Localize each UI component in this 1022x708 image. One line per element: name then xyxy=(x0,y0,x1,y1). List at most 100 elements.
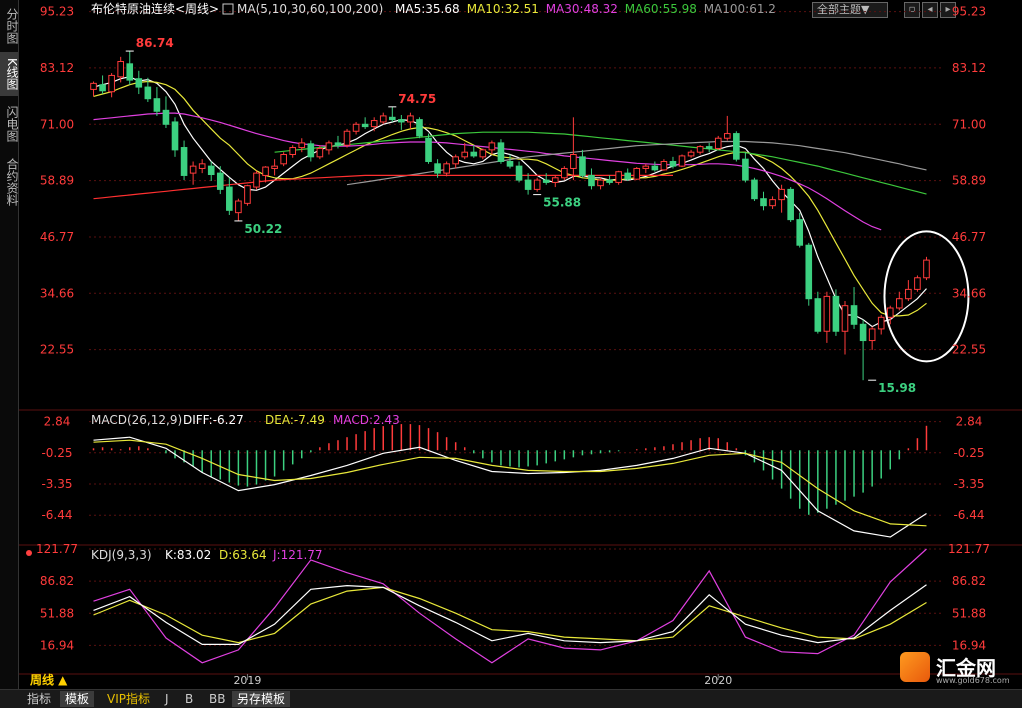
candle-body xyxy=(162,109,170,125)
candle-body xyxy=(787,188,794,221)
candle-body xyxy=(425,137,432,162)
tab-time-share[interactable]: 分时图 xyxy=(0,6,19,46)
price-axis-left-label: 83.12 xyxy=(40,61,74,75)
candle-body xyxy=(434,163,441,174)
candle-body xyxy=(769,199,776,207)
macd-axis-right-label: -6.44 xyxy=(953,508,984,522)
candle-body xyxy=(723,133,731,139)
candle-body xyxy=(615,171,622,183)
candle-body xyxy=(334,142,342,146)
extreme-label: 15.98 xyxy=(878,381,916,395)
tab-template[interactable]: 模板 xyxy=(60,691,95,707)
candle-body xyxy=(497,142,505,162)
candle-body xyxy=(678,155,686,167)
candle-body xyxy=(388,116,396,121)
macd-dea-value: DEA:-7.49 xyxy=(265,413,325,427)
candle-body xyxy=(687,151,695,157)
candle-body xyxy=(832,295,840,332)
ma-value-label: MA30:48.32 xyxy=(546,2,618,16)
candle-body xyxy=(624,172,632,180)
candle-body xyxy=(280,154,287,165)
kdj-axis-right-label: 51.88 xyxy=(952,606,986,620)
price-axis-right-label: 22.55 xyxy=(952,343,986,357)
candle-body xyxy=(298,142,306,149)
candle-body xyxy=(289,147,297,156)
candle-body xyxy=(823,295,831,332)
macd-axis-left-label: -6.44 xyxy=(41,508,72,522)
tab-bb[interactable]: BB xyxy=(204,691,230,707)
candle-body xyxy=(171,121,179,151)
candle-body xyxy=(226,186,233,211)
candle-body xyxy=(696,146,704,153)
tab-flash[interactable]: 闪电图 xyxy=(0,102,19,146)
macd-axis-right-label: -3.35 xyxy=(953,477,984,491)
candle-body xyxy=(461,151,469,158)
macd-axis-right-label: 2.84 xyxy=(956,415,983,429)
bottom-toolbar: 指标 模板 VIP指标 J B BB 另存模板 xyxy=(0,689,1022,708)
candle-body xyxy=(588,174,595,187)
price-axis-right-label: 83.12 xyxy=(952,61,986,75)
sidebar: 分时图 K线图 闪电图 合约资料 xyxy=(0,0,19,689)
candle-body xyxy=(877,316,885,330)
tab-save-template[interactable]: 另存模板 xyxy=(232,691,291,707)
tab-vip-indicators[interactable]: VIP指标 xyxy=(102,691,155,707)
candle-body xyxy=(153,98,161,112)
candle-body xyxy=(905,288,912,300)
price-axis-left-label: 46.77 xyxy=(40,230,74,244)
candle-body xyxy=(805,244,813,300)
candle-body xyxy=(352,123,360,132)
candle-body xyxy=(126,63,134,81)
kline-chart[interactable]: 86.74 50.22 74.75 55.88 15.98 95.23 95.23 83.1… xyxy=(19,0,1022,689)
candle-body xyxy=(343,130,351,146)
tab-kline[interactable]: K线图 xyxy=(0,52,19,96)
candle-body xyxy=(235,200,242,214)
candle-body xyxy=(778,188,785,201)
candle-body xyxy=(244,185,251,204)
candle-body xyxy=(660,160,668,171)
candle-body xyxy=(488,142,496,151)
kdj-indicator-icon xyxy=(26,550,32,556)
candle-body xyxy=(452,156,459,165)
candle-body xyxy=(479,149,487,158)
x-axis-label: 2019 xyxy=(233,674,261,687)
candle-body xyxy=(561,167,568,179)
tab-indicators[interactable]: 指标 xyxy=(22,691,56,707)
candle-body xyxy=(189,165,197,174)
logo-icon xyxy=(900,652,930,682)
tab-j[interactable]: J xyxy=(160,691,174,707)
candle-body xyxy=(714,137,722,149)
candle-body xyxy=(262,166,269,176)
candle-body xyxy=(90,82,97,90)
candle-body xyxy=(896,298,903,309)
candle-body xyxy=(416,119,423,137)
candle-body xyxy=(579,156,586,176)
price-axis-left-label: 95.23 xyxy=(40,5,74,19)
extreme-label: 55.88 xyxy=(543,196,581,210)
kdj-axis-right-label: 121.77 xyxy=(948,542,990,556)
candle-body xyxy=(108,74,115,93)
tab-contract-info[interactable]: 合约资料 xyxy=(0,152,19,212)
candle-body xyxy=(633,167,641,180)
candle-body xyxy=(533,179,541,190)
ma-settings-icon xyxy=(222,3,234,15)
kdj-axis-left-label: 121.77 xyxy=(36,542,78,556)
tab-b[interactable]: B xyxy=(180,691,198,707)
candle-body xyxy=(886,307,894,318)
candle-body xyxy=(859,323,867,342)
logo-url: www.gold678.com xyxy=(936,676,1010,685)
instrument-title: 布伦特原油连续<周线> xyxy=(91,1,219,16)
price-axis-left-label: 34.66 xyxy=(40,286,74,300)
candle-body xyxy=(705,146,713,149)
price-axis-left-label: 71.00 xyxy=(40,117,74,131)
price-axis-right-label: 71.00 xyxy=(952,117,986,131)
period-weekly-button[interactable]: 周线 ▲ xyxy=(30,672,67,688)
kdj-axis-left-label: 51.88 xyxy=(40,606,74,620)
candle-body xyxy=(814,298,822,332)
candle-body xyxy=(597,179,604,187)
candle-body xyxy=(606,179,613,183)
ma-value-label: MA10:32.51 xyxy=(467,2,539,16)
kdj-axis-left-label: 16.94 xyxy=(40,638,74,652)
kdj-j-value: J:121.77 xyxy=(272,548,323,562)
kdj-axis-left-label: 86.82 xyxy=(40,574,74,588)
candle-body xyxy=(144,86,152,100)
